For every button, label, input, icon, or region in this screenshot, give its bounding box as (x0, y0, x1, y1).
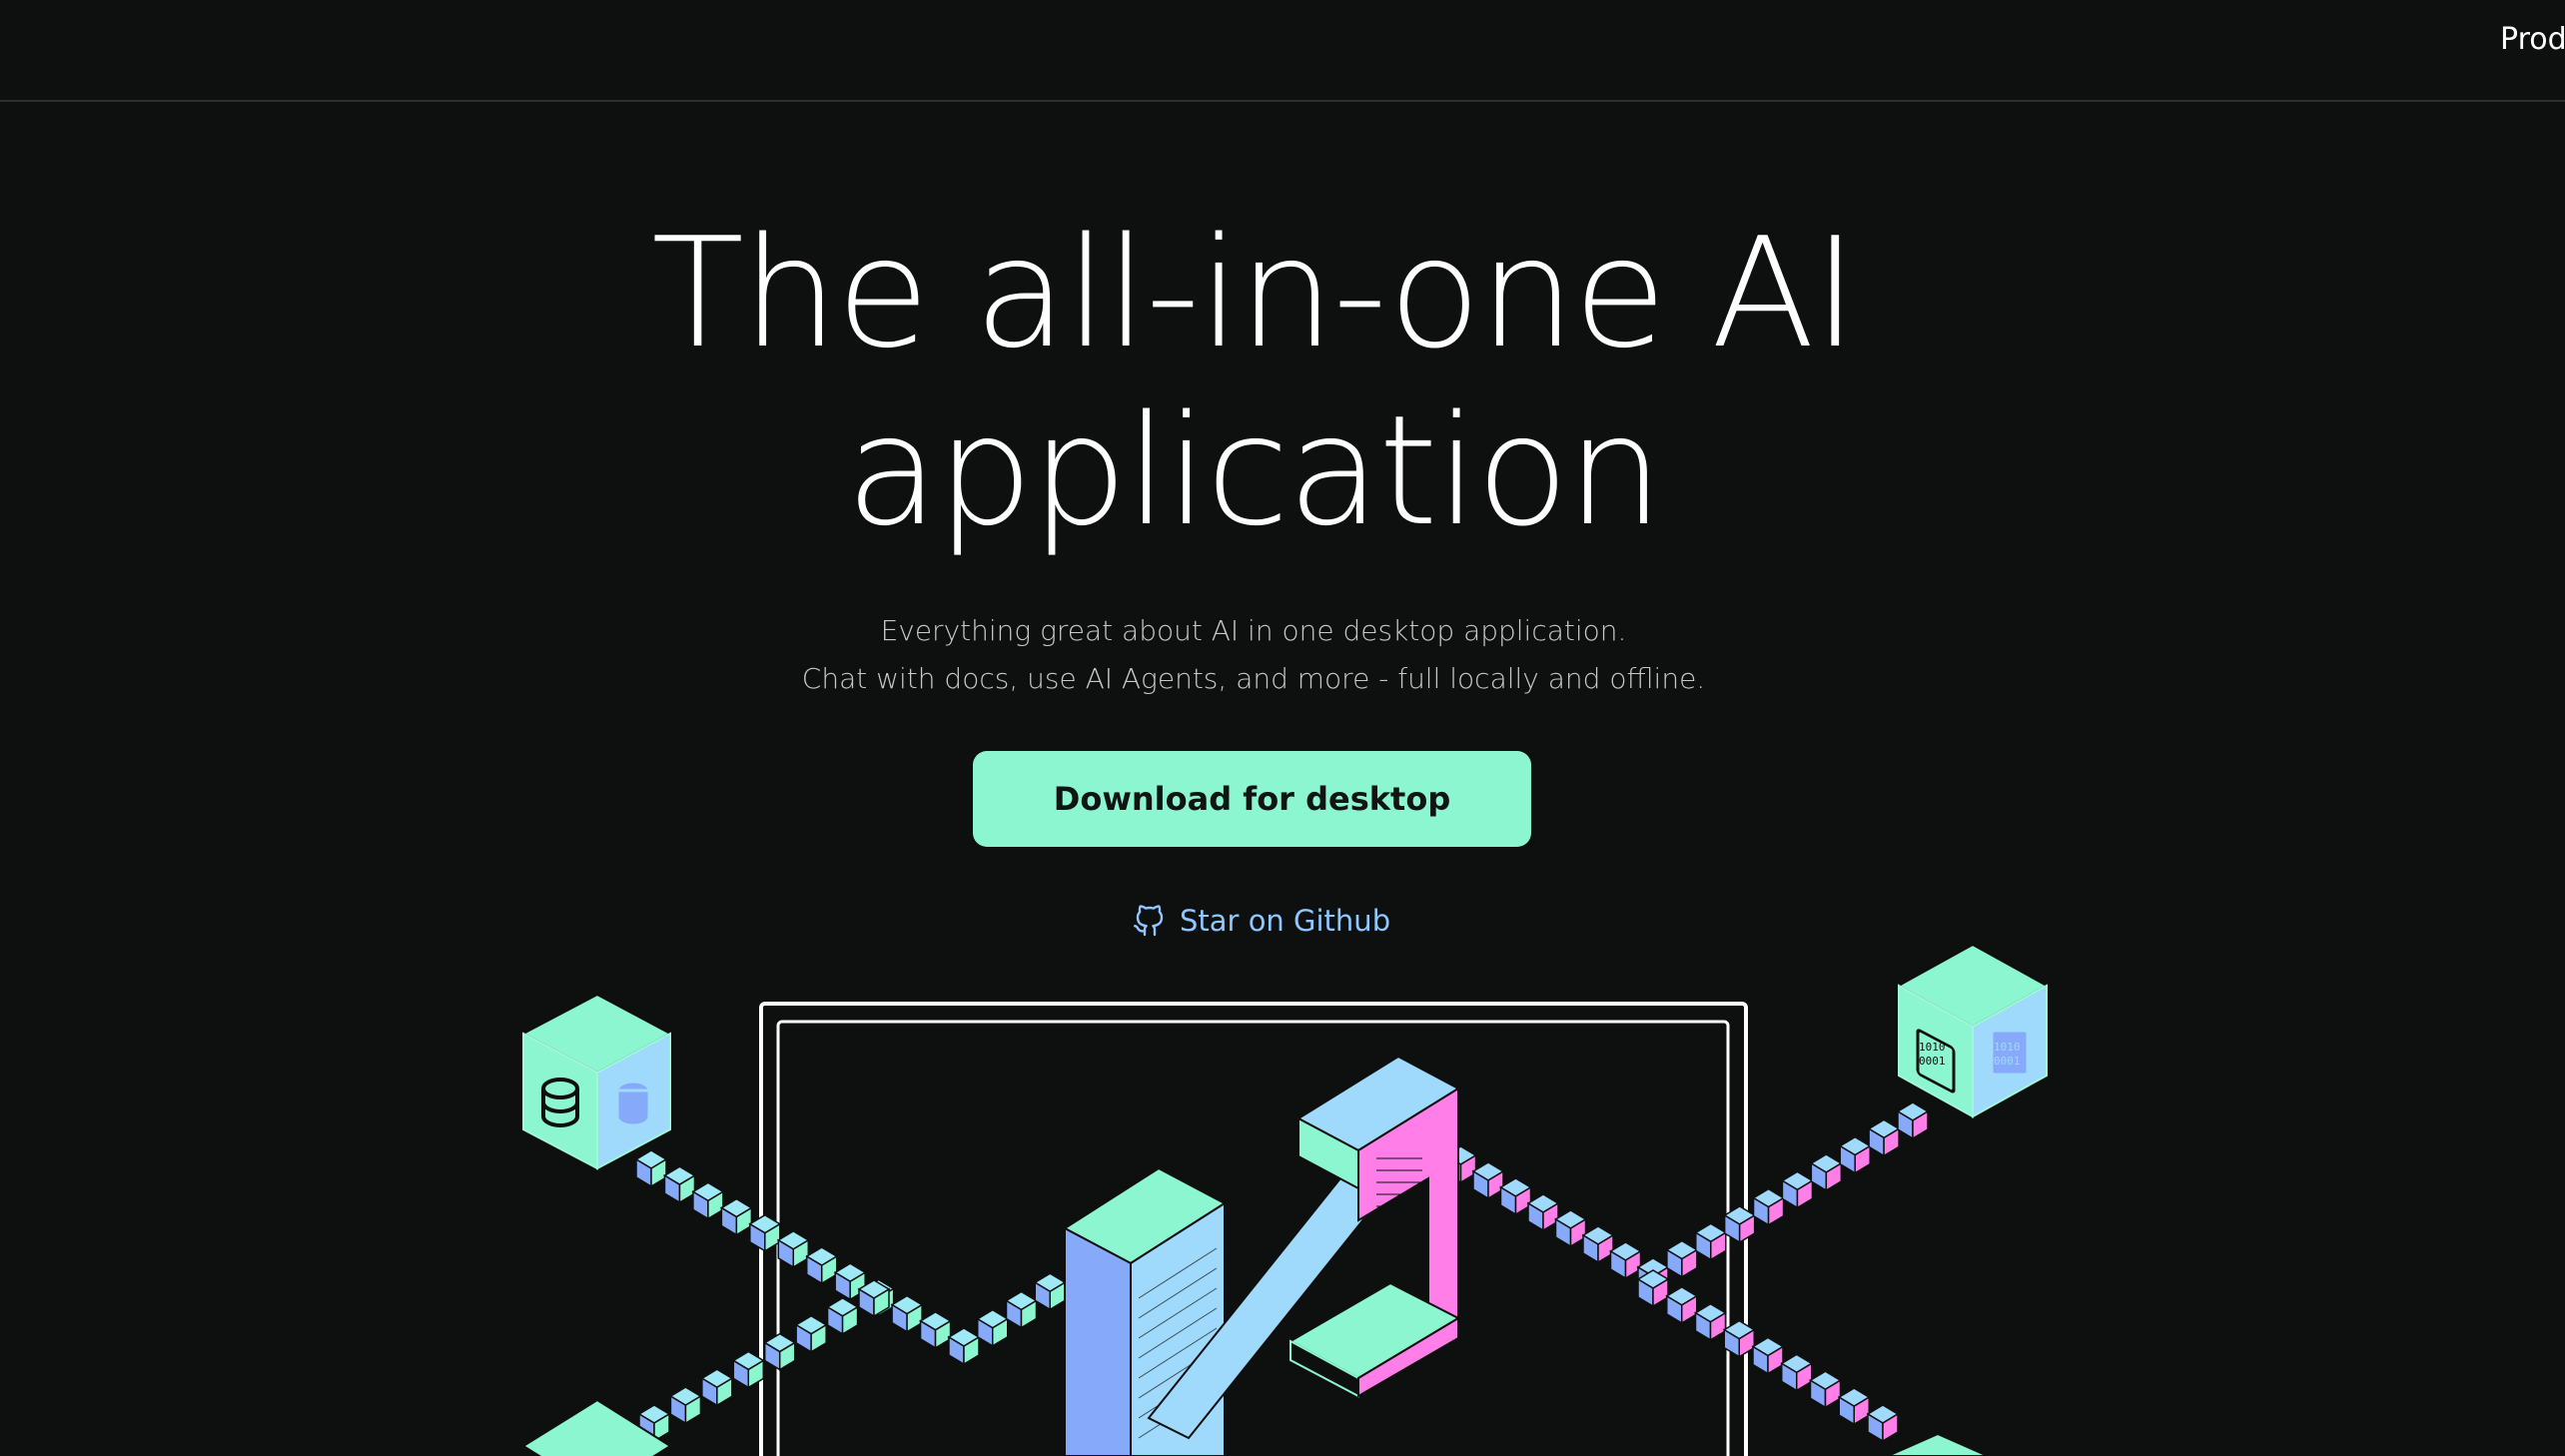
hero-title: The all-in-one AI application (0, 205, 2507, 560)
trail-block (1554, 1209, 1587, 1248)
left-database-cube (520, 993, 673, 1170)
trail-block (1809, 1153, 1843, 1192)
trail-block (691, 1181, 725, 1220)
star-on-github-label: Star on Github (1180, 904, 1391, 938)
trail-block (1780, 1170, 1814, 1209)
trail-block (1751, 1336, 1785, 1375)
trail-block (700, 1368, 734, 1407)
hero-subtitle-line-2: Chat with docs, use AI Agents, and more … (801, 662, 1706, 695)
trail-block (1837, 1387, 1871, 1426)
hero-subtitle: Everything great about AI in one desktop… (0, 607, 2507, 703)
trail-block (731, 1350, 765, 1389)
trail-block (668, 1386, 702, 1425)
trail-block (776, 1230, 810, 1269)
nav-item-products[interactable]: Prod (2500, 22, 2565, 57)
trail-block (794, 1314, 828, 1354)
trail-block (1526, 1193, 1560, 1232)
trail-block (919, 1310, 953, 1350)
trail-block (1499, 1177, 1532, 1216)
svg-text:0001: 0001 (1919, 1055, 1946, 1068)
hero-subtitle-line-1: Everything great about AI in one desktop… (880, 614, 1627, 647)
hero-illustration: 1010 0001 1010 0001 (520, 943, 2050, 1456)
hero-title-line-1: The all-in-one AI (651, 205, 1858, 381)
trail-block (826, 1296, 860, 1336)
right-binary-cube: 1010 0001 1010 0001 (1896, 943, 2050, 1118)
trail-block (1896, 1101, 1930, 1140)
trail-block (890, 1294, 924, 1333)
trail-block (763, 1332, 797, 1371)
trail-block (1780, 1353, 1814, 1392)
trail-block (805, 1246, 839, 1285)
trail-block (1581, 1225, 1615, 1264)
trail-block (1838, 1135, 1872, 1174)
database-icon-side (615, 1080, 651, 1127)
trail-block (1005, 1290, 1038, 1329)
trail-block (1867, 1118, 1901, 1157)
anythingllm-logo-structure (1063, 1055, 1461, 1456)
trail-block (719, 1197, 753, 1236)
top-navigation-bar: Prod (0, 0, 2565, 102)
trail-block (1809, 1370, 1842, 1409)
github-icon (1134, 905, 1164, 937)
trail-block (662, 1165, 696, 1204)
trail-block (947, 1327, 981, 1366)
trail-block (1694, 1302, 1727, 1342)
trail-block (1665, 1286, 1699, 1325)
trail-block (634, 1149, 668, 1188)
trail-block (1694, 1222, 1728, 1261)
svg-text:0001: 0001 (1994, 1055, 2021, 1068)
trail-block (976, 1308, 1010, 1348)
hero-title-line-2: application (845, 382, 1663, 559)
svg-text:1010: 1010 (1994, 1041, 2021, 1054)
trail-block (1752, 1187, 1786, 1226)
trail-block (1665, 1239, 1699, 1278)
trail-block (1609, 1241, 1642, 1280)
trail-block (1866, 1404, 1900, 1443)
svg-text:1010: 1010 (1919, 1041, 1946, 1054)
trail-block (1033, 1272, 1067, 1311)
trail-block (1471, 1161, 1505, 1200)
star-on-github-link[interactable]: Star on Github (1132, 901, 1390, 941)
bottom-right-cube (1887, 1432, 1989, 1456)
download-for-desktop-button[interactable]: Download for desktop (973, 751, 1531, 847)
trail-block (748, 1213, 782, 1253)
